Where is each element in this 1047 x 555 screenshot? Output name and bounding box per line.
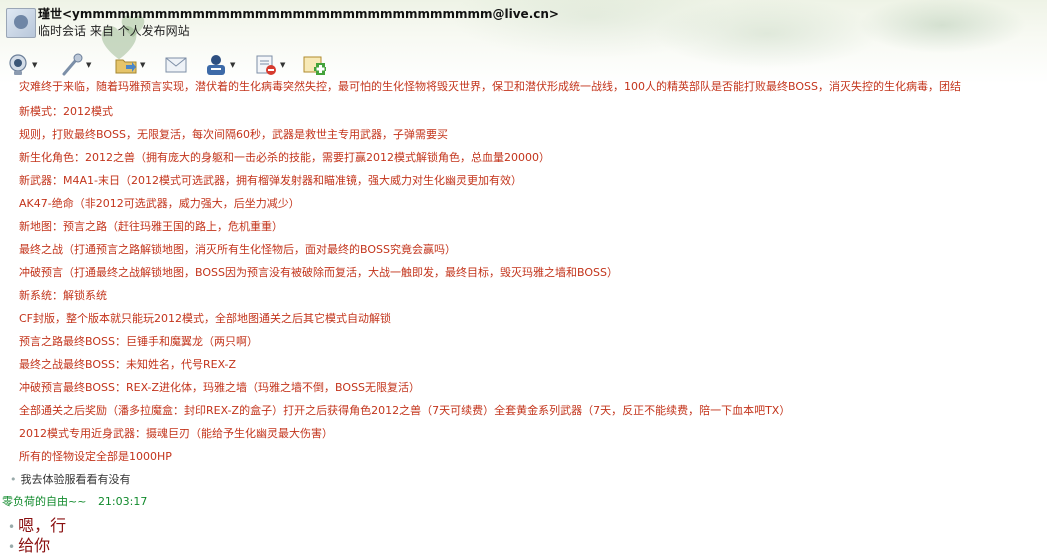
message-line: 新地图：预言之路（赶往玛雅王国的路上，危机重重） — [19, 220, 283, 233]
message-line: • 给你 — [8, 532, 50, 555]
block-icon — [256, 55, 276, 75]
message-header: 零负荷的自由~~ 21:03:17 — [2, 493, 147, 509]
bullet-icon: • — [10, 473, 17, 486]
message-line: 全部通关之后奖励（潘多拉魔盒：封印REX-Z的盒子）打开之后获得角色2012之兽… — [19, 404, 791, 417]
chevron-down-icon[interactable]: ▼ — [230, 61, 235, 69]
follow-up-text: 我去体验服看看有没有 — [20, 473, 131, 486]
message-line: 冲破预言最终BOSS：REX-Z进化体，玛雅之墙（玛雅之墙不倒，BOSS无限复活… — [19, 381, 421, 394]
message-line: 新模式：2012模式 — [19, 105, 113, 118]
email-icon — [165, 57, 187, 73]
message-line: 新系统：解锁系统 — [19, 289, 107, 302]
conversation-source: 临时会话 来自 个人发布网站 — [38, 24, 190, 38]
bullet-icon: • — [8, 540, 16, 554]
chevron-down-icon[interactable]: ▼ — [280, 61, 285, 69]
video-camera-icon — [9, 54, 27, 75]
chat-header: 瑾世<ymmmmmmmmmmmmmmmmmmmmmmmmmmmmmmmmm@li… — [0, 0, 1047, 84]
message-line: 2012模式专用近身武器：摄魂巨刃（能给予生化幽灵最大伤害） — [19, 427, 333, 440]
message-line: 预言之路最终BOSS：巨锤手和魔翼龙（两只啊） — [19, 335, 258, 348]
message-line: 规则，打败最终BOSS，无限复活，每次间隔60秒，武器是救世主专用武器，子弹需要… — [19, 128, 448, 141]
message-line: 灾难终于来临，随着玛雅预言实现，潜伏着的生化病毒突然失控，最可怕的生化怪物将毁灭… — [19, 80, 961, 93]
message-line: • 我去体验服看看有没有 — [10, 471, 131, 487]
add-contact-icon — [303, 56, 326, 75]
sender-name[interactable]: 零负荷的自由~~ — [2, 495, 86, 508]
microphone-icon — [62, 53, 83, 76]
contact-card-icon — [207, 55, 225, 75]
avatar[interactable] — [6, 8, 36, 38]
message-line: 冲破预言（打通最终之战解锁地图，BOSS因为预言没有被破除而复活，大战一触即发，… — [19, 266, 618, 279]
chevron-down-icon[interactable]: ▼ — [32, 61, 37, 69]
chevron-down-icon[interactable]: ▼ — [140, 61, 145, 69]
message-timestamp: 21:03:17 — [97, 495, 148, 508]
message-line: 新生化角色：2012之兽（拥有庞大的身躯和一击必杀的技能，需要打赢2012模式解… — [19, 151, 550, 164]
message-line: 所有的怪物设定全部是1000HP — [19, 450, 172, 463]
reply-text: 给你 — [18, 536, 51, 555]
message-line: CF封版，整个版本就只能玩2012模式，全部地图通关之后其它模式自动解锁 — [19, 312, 391, 325]
message-line: 最终之战（打通预言之路解锁地图，消灭所有生化怪物后，面对最终的BOSS究竟会赢吗… — [19, 243, 456, 256]
chat-window: 瑾世<ymmmmmmmmmmmmmmmmmmmmmmmmmmmmmmmmm@li… — [0, 0, 1047, 555]
folder-send-icon — [115, 59, 137, 74]
message-line: 最终之战最终BOSS：未知姓名，代号REX-Z — [19, 358, 237, 371]
message-line: AK47-绝命（非2012可选武器，威力强大，后坐力减少） — [19, 197, 300, 210]
contact-name: 瑾世<ymmmmmmmmmmmmmmmmmmmmmmmmmmmmmmmmm@li… — [38, 7, 559, 21]
chevron-down-icon[interactable]: ▼ — [86, 61, 91, 69]
message-line: 新武器：M4A1-末日（2012模式可选武器，拥有榴弹发射器和瞄准镜，强大威力对… — [19, 174, 522, 187]
message-history[interactable]: 灾难终于来临，随着玛雅预言实现，潜伏着的生化病毒突然失控，最可怕的生化怪物将毁灭… — [0, 76, 1047, 555]
